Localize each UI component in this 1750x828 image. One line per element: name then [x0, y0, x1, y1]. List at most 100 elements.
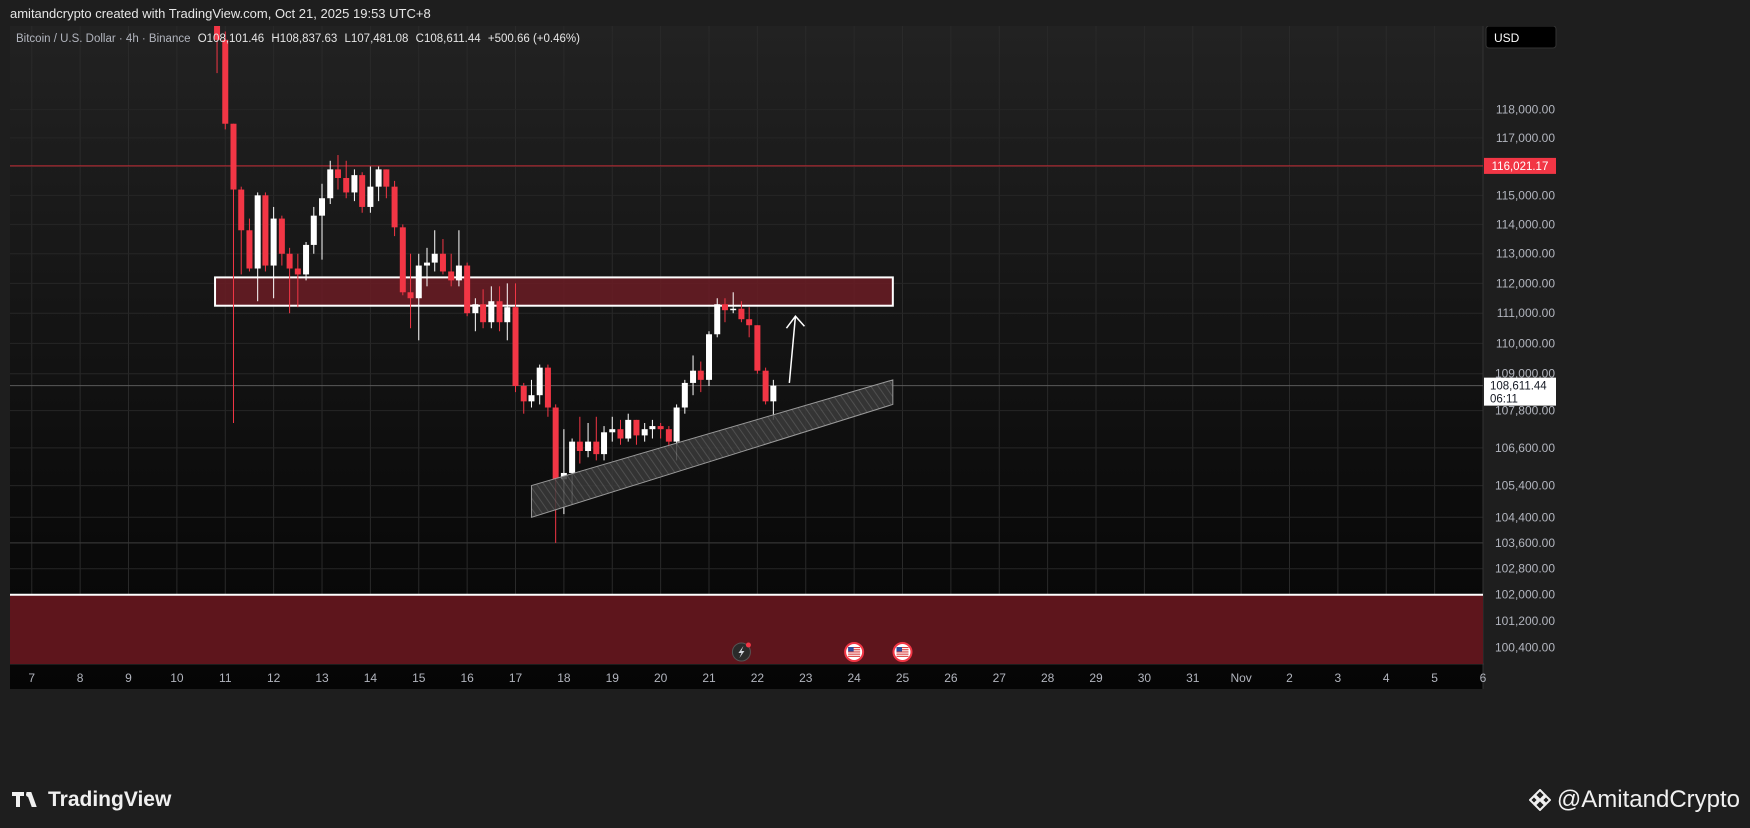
- x-tick-label: 30: [1138, 671, 1152, 685]
- level-label: 116,021.17: [1484, 157, 1556, 174]
- x-tick-label: 11: [219, 671, 232, 685]
- candlestick-chart[interactable]: 118,000.00 117,000.00 115,000.00 114,000.00…: [10, 25, 1656, 768]
- candle-body: [746, 319, 753, 326]
- countdown-timer: 06:11: [1490, 394, 1518, 406]
- candle-body: [415, 265, 422, 299]
- level-label-value: 116,021.17: [1492, 161, 1549, 173]
- candle-body: [334, 169, 341, 179]
- x-tick-label: 15: [412, 671, 426, 685]
- y-tick-label: 104,400.00: [1495, 510, 1555, 524]
- candle-body: [649, 426, 656, 430]
- x-tick-label: 29: [1089, 671, 1103, 685]
- candle-body: [576, 441, 583, 451]
- tradingview-brand: TradingView: [48, 788, 172, 811]
- candle-body: [690, 370, 697, 383]
- currency-selector[interactable]: USD: [1485, 25, 1557, 49]
- candle-body: [222, 39, 229, 124]
- legend-high: H108,837.63: [271, 33, 337, 45]
- x-tick-label: 24: [847, 671, 861, 685]
- x-tick-label: 8: [77, 671, 84, 685]
- flag-canton: [848, 647, 854, 652]
- candle-body: [423, 262, 430, 266]
- candle-body: [673, 407, 680, 442]
- candle-body: [455, 265, 462, 281]
- candle-body: [697, 370, 704, 380]
- attribution-text: amitandcrypto created with TradingView.c…: [10, 6, 431, 21]
- x-tick-label: 25: [896, 671, 910, 685]
- flag-stripe: [896, 651, 909, 653]
- binance-diamond-icon: [1528, 789, 1551, 811]
- y-tick-label: 113,000.00: [1496, 247, 1555, 261]
- tradingview-logo[interactable]: TradingView: [12, 788, 171, 812]
- x-tick-label: 17: [509, 671, 523, 685]
- candle-body: [230, 123, 237, 190]
- author-handle-text: @AmitandCrypto: [1556, 786, 1740, 813]
- candle-body: [472, 304, 479, 314]
- candle-body: [375, 169, 382, 187]
- x-tick-label: Nov: [1230, 671, 1251, 685]
- y-tick-label: 118,000.00: [1496, 103, 1555, 117]
- current-price-label: 108,611.44 06:11: [1484, 377, 1556, 406]
- candle-body: [738, 308, 745, 320]
- flag-stripe: [848, 653, 861, 655]
- candle-body: [367, 186, 374, 207]
- y-tick-label: 105,400.00: [1495, 479, 1555, 493]
- y-tick-label: 107,800.00: [1495, 404, 1555, 418]
- candle-body: [399, 227, 406, 293]
- lightning-event-icon[interactable]: [731, 642, 751, 662]
- candle-body: [496, 301, 503, 323]
- x-tick-label: 28: [1041, 671, 1055, 685]
- x-tick-label: 27: [993, 671, 1007, 685]
- us-flag-event-icon[interactable]: [892, 642, 913, 662]
- y-tick-label: 111,000.00: [1497, 306, 1556, 320]
- candle-body: [770, 385, 777, 402]
- candle-body: [262, 195, 269, 266]
- candle-body: [464, 265, 471, 314]
- flag-stripe: [848, 655, 861, 657]
- legend-open: O108,101.46: [198, 33, 265, 45]
- y-tick-label: 103,600.00: [1495, 536, 1555, 550]
- flag-stripe: [848, 651, 861, 653]
- candle-body: [544, 367, 551, 408]
- candle-body: [286, 253, 293, 269]
- candle-body: [407, 292, 414, 299]
- x-tick-label: 18: [557, 671, 571, 685]
- candle-body: [585, 441, 592, 451]
- legend-low: L107,481.08: [345, 33, 409, 45]
- x-tick-label: 19: [606, 671, 620, 685]
- candle-body: [609, 429, 616, 433]
- us-flag-event-icon[interactable]: [844, 642, 865, 662]
- x-tick-label: 3: [1335, 671, 1342, 685]
- candle-body: [238, 189, 245, 231]
- candle-body: [665, 429, 672, 442]
- candle-body: [601, 432, 608, 455]
- candle-body: [294, 268, 301, 275]
- x-tick-label: 7: [28, 671, 35, 685]
- candle-body: [488, 301, 495, 323]
- y-tick-label: 112,000.00: [1496, 276, 1555, 290]
- candle-body: [327, 169, 334, 199]
- current-price-value: 108,611.44: [1490, 381, 1547, 393]
- x-tick-label: 20: [654, 671, 668, 685]
- candle-body: [504, 307, 511, 323]
- x-tick-label: 23: [799, 671, 813, 685]
- candle-body: [721, 304, 728, 311]
- candle-body: [351, 175, 358, 193]
- candle-body: [512, 307, 519, 386]
- candle-body: [754, 325, 761, 371]
- x-tick-label: 4: [1383, 671, 1390, 685]
- legend-change: +500.66 (+0.46%): [488, 33, 580, 45]
- y-tick-label: 110,000.00: [1496, 336, 1555, 350]
- candle-body: [319, 198, 326, 216]
- candle-body: [480, 304, 487, 323]
- legend-close: C108,611.44: [416, 33, 482, 45]
- candle-body: [593, 441, 600, 455]
- chart-area[interactable]: 118,000.00 117,000.00 115,000.00 114,000.00…: [10, 25, 1656, 768]
- candle-body: [303, 244, 310, 275]
- candle-body: [391, 186, 398, 228]
- x-tick-label: 9: [125, 671, 132, 685]
- x-tick-label: 22: [751, 671, 765, 685]
- currency-label: USD: [1494, 31, 1520, 45]
- flag-canton: [896, 647, 903, 652]
- candle-body: [552, 407, 559, 480]
